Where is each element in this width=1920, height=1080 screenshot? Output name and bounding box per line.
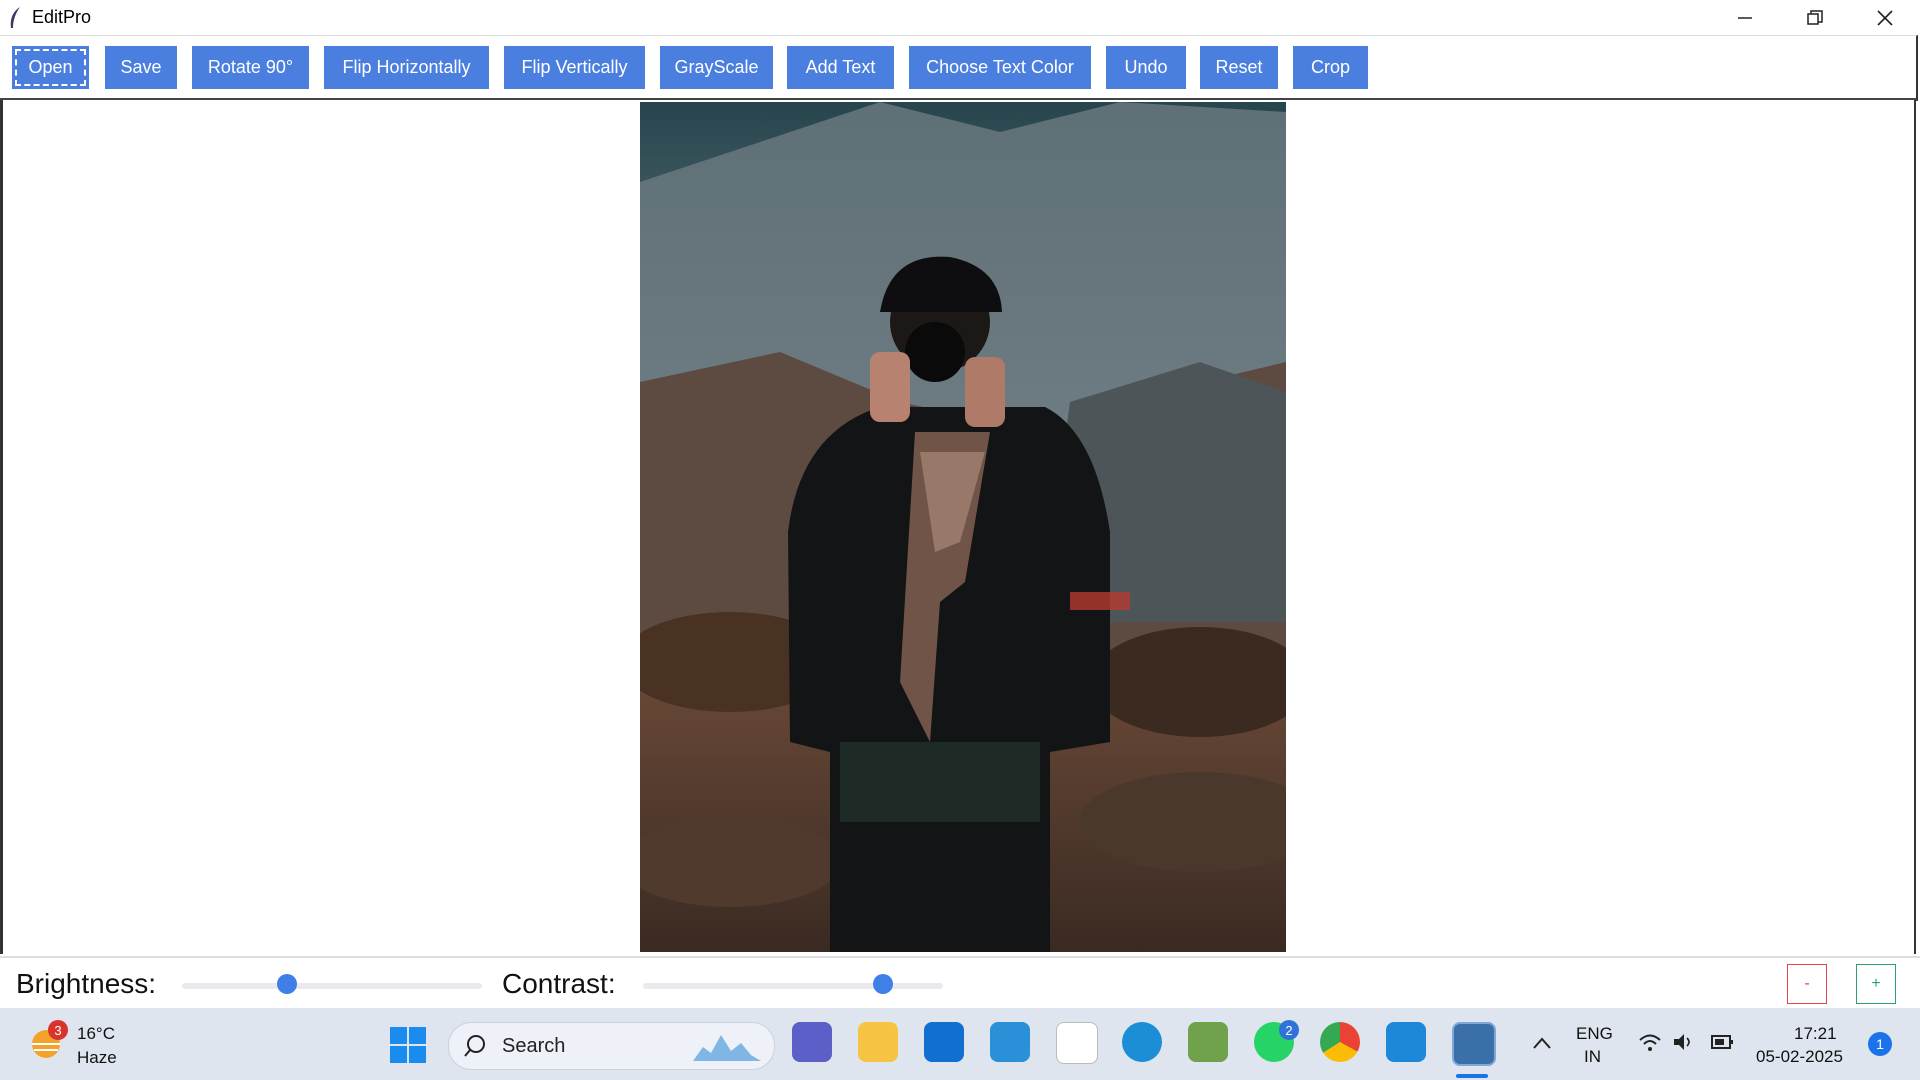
active-app-indicator [1456, 1074, 1488, 1078]
reset-button[interactable]: Reset [1200, 46, 1278, 89]
taskbar: 3 16°C Haze Search 2 ENG IN 17:21 05-02-… [0, 1008, 1920, 1080]
feather-icon [10, 6, 20, 28]
brightness-slider[interactable] [182, 974, 482, 994]
choose-text-color-button[interactable]: Choose Text Color [909, 46, 1091, 89]
brightness-label: Brightness: [16, 968, 157, 999]
crop-button[interactable]: Crop [1293, 46, 1368, 89]
minimize-button[interactable] [1710, 0, 1780, 35]
add-text-button[interactable]: Add Text [787, 46, 894, 89]
contrast-label: Contrast: [502, 968, 616, 999]
whatsapp-badge: 2 [1279, 1020, 1299, 1040]
volume-icon[interactable] [1672, 1032, 1694, 1052]
image-canvas[interactable] [0, 100, 1916, 954]
vscode-icon[interactable] [1386, 1022, 1426, 1062]
search-placeholder: Search [502, 1035, 566, 1057]
minimize-icon [1738, 16, 1752, 19]
contrast-slider-knob[interactable] [873, 974, 893, 994]
weather-condition: Haze [77, 1048, 117, 1067]
language-line2[interactable]: IN [1584, 1047, 1601, 1067]
remote-desktop-icon[interactable] [990, 1022, 1030, 1062]
flip-vertical-button[interactable]: Flip Vertically [504, 46, 645, 89]
clock-date[interactable]: 05-02-2025 [1756, 1047, 1843, 1067]
weather-badge: 3 [48, 1020, 68, 1040]
undo-button[interactable]: Undo [1106, 46, 1186, 89]
image-viewer-icon[interactable] [1188, 1022, 1228, 1062]
chevron-up-icon[interactable] [1532, 1036, 1552, 1050]
windows-start-icon[interactable] [390, 1027, 426, 1063]
save-button[interactable]: Save [105, 46, 177, 89]
taskbar-search[interactable]: Search [448, 1022, 775, 1070]
notification-badge[interactable]: 1 [1868, 1032, 1892, 1056]
grayscale-button[interactable]: GrayScale [660, 46, 773, 89]
zoom-in-button[interactable]: + [1856, 964, 1896, 1004]
chrome-icon[interactable] [1320, 1022, 1360, 1062]
python-app-icon[interactable] [1452, 1022, 1496, 1066]
edited-photo [640, 102, 1286, 952]
edge-icon[interactable] [1122, 1022, 1162, 1062]
flip-horizontal-button[interactable]: Flip Horizontally [324, 46, 489, 89]
close-icon [1877, 9, 1893, 26]
teams-icon[interactable] [792, 1022, 832, 1062]
notepad-icon[interactable] [1056, 1022, 1098, 1064]
close-button[interactable] [1850, 0, 1920, 35]
photo-illustration [640, 102, 1286, 952]
wifi-icon[interactable] [1638, 1032, 1662, 1052]
outlook-icon[interactable] [924, 1022, 964, 1062]
weather-temp: 16°C [77, 1024, 115, 1043]
clock-time[interactable]: 17:21 [1794, 1024, 1837, 1044]
battery-icon[interactable] [1710, 1032, 1736, 1052]
search-icon [464, 1035, 485, 1057]
restore-icon [1807, 9, 1823, 25]
language-line1[interactable]: ENG [1576, 1024, 1613, 1044]
window-title: EditPro [32, 7, 92, 27]
file-explorer-icon[interactable] [858, 1022, 898, 1062]
brightness-slider-knob[interactable] [277, 974, 297, 994]
adjustments-bar: Brightness: Contrast: - + [0, 956, 1920, 1010]
restore-button[interactable] [1780, 0, 1850, 35]
contrast-slider[interactable] [643, 974, 943, 994]
rotate-button[interactable]: Rotate 90° [192, 46, 309, 89]
open-button[interactable]: Open [12, 46, 89, 89]
search-highlight-icon [693, 1035, 761, 1061]
toolbar: Open Save Rotate 90° Flip Horizontally F… [0, 35, 1918, 101]
zoom-out-button[interactable]: - [1787, 964, 1827, 1004]
title-bar: EditPro [0, 0, 1920, 35]
